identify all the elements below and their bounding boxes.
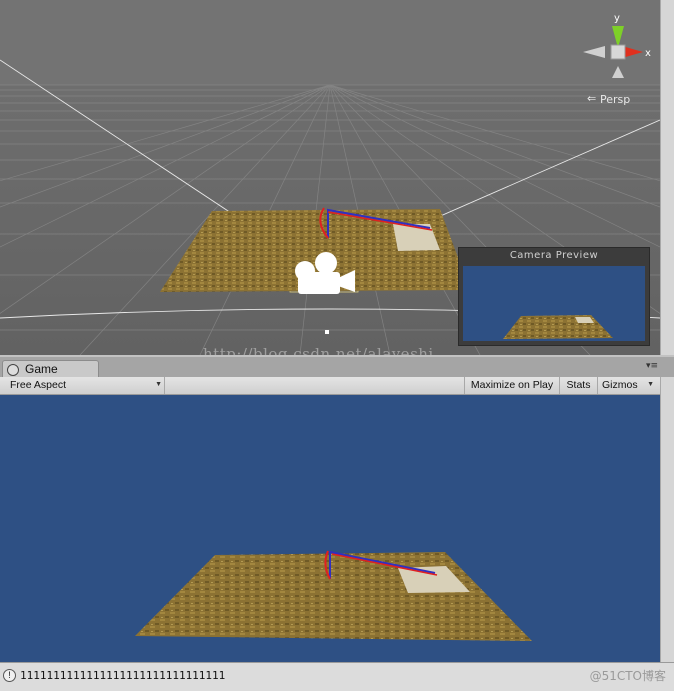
gizmos-dropdown[interactable]: Gizmos ▼ xyxy=(597,377,656,394)
blog-watermark: http://blog.csdn.net/alayeshi xyxy=(203,345,434,355)
gizmos-label: Gizmos xyxy=(602,379,638,391)
game-toolbar: Free Aspect ▼ Maximize on Play Stats Giz… xyxy=(0,377,660,395)
persp-label[interactable]: Persp xyxy=(600,93,630,106)
neg-x-axis-cone[interactable] xyxy=(583,46,605,58)
gizmo-x-label: x xyxy=(645,48,651,59)
camera-preview-panel: Camera Preview xyxy=(458,247,650,346)
chevron-down-icon: ▼ xyxy=(155,381,162,388)
maximize-on-play-button[interactable]: Maximize on Play xyxy=(464,377,559,394)
camera-preview-title: Camera Preview xyxy=(509,250,599,261)
tab-menu-icon[interactable]: ▾≡ xyxy=(646,361,658,371)
aspect-dropdown-label: Free Aspect xyxy=(10,379,67,391)
console-message[interactable]: 1111111111111111111111111111111 xyxy=(20,669,225,682)
game-tab-strip: Game ▾≡ xyxy=(0,357,674,378)
chevron-down-icon: ▼ xyxy=(647,381,654,388)
tab-game-label: Game xyxy=(25,362,58,376)
console-status-bar[interactable]: ! 1111111111111111111111111111111 @51CTO… xyxy=(0,662,674,691)
game-terrain-plane xyxy=(135,552,532,641)
game-viewport[interactable] xyxy=(0,395,660,662)
sky-band xyxy=(0,0,660,85)
neg-y-axis-cone[interactable] xyxy=(612,66,624,78)
aspect-dropdown[interactable]: Free Aspect ▼ xyxy=(4,377,165,394)
scene-view[interactable]: y x ⇐ Persp Camera Preview http://blog.c… xyxy=(0,0,660,355)
site-watermark: @51CTO博客 xyxy=(589,669,666,683)
info-icon: ! xyxy=(3,669,16,682)
pivot-marker xyxy=(325,330,329,334)
gizmo-center-cube[interactable] xyxy=(610,44,626,60)
preview-terrain xyxy=(503,315,613,339)
perspective-icon: ⇐ xyxy=(587,92,597,105)
scene-scrollbar[interactable] xyxy=(660,0,674,355)
game-icon xyxy=(7,364,19,376)
stats-button[interactable]: Stats xyxy=(559,377,597,394)
game-scrollbar[interactable] xyxy=(660,377,674,662)
camera-preview-view xyxy=(463,266,645,341)
gizmo-y-label: y xyxy=(614,13,620,24)
tab-game[interactable]: Game xyxy=(2,360,99,378)
